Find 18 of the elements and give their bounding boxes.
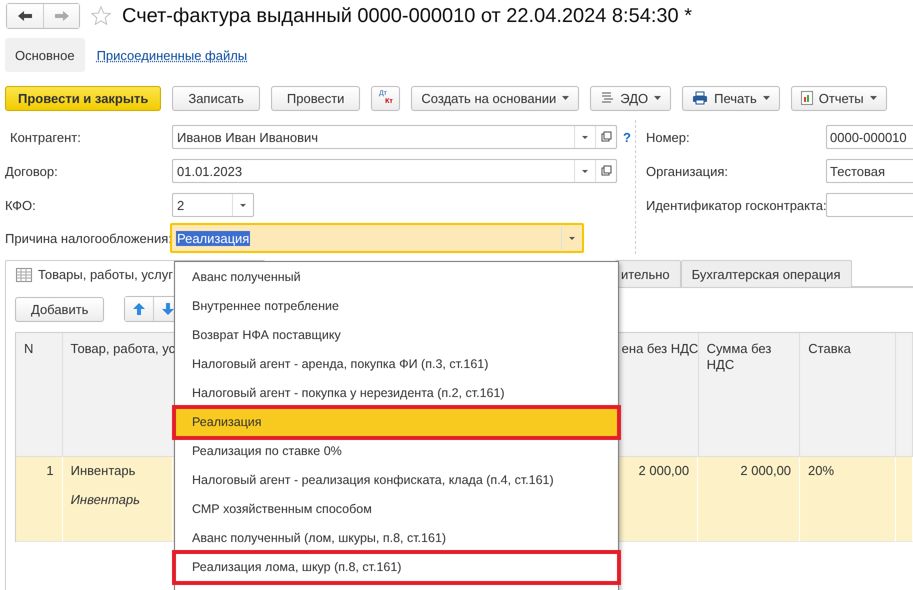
column-header: Товар, работа, ус: [62, 333, 175, 457]
column-header: Сумма без НДС: [698, 333, 800, 457]
table-cell: 1: [46, 463, 54, 478]
window-title: Счет-фактура выданный 0000-000010 от 22.04.2024 8:54:30 *: [122, 4, 692, 28]
field-label: Организация:: [646, 164, 730, 178]
column-header: N: [16, 333, 63, 457]
column-header: Ставка: [800, 333, 896, 457]
table-cell-text: Инвентарь: [70, 492, 141, 507]
table-cell: 2 000,00: [740, 463, 792, 478]
field-label: Номер:: [646, 130, 691, 144]
table-cell-text: Инвентарь: [70, 463, 136, 478]
field-label: Причина налогообложения:: [4, 230, 170, 246]
table-cell: 2 000,00: [638, 463, 690, 478]
field-label: Контрагент:: [9, 130, 82, 144]
field-label: КФО:: [4, 198, 37, 212]
table-cell-text: 20%: [808, 463, 836, 478]
field-label: Идентификатор госконтракта:: [646, 198, 826, 212]
field-label: Договор:: [4, 164, 59, 178]
